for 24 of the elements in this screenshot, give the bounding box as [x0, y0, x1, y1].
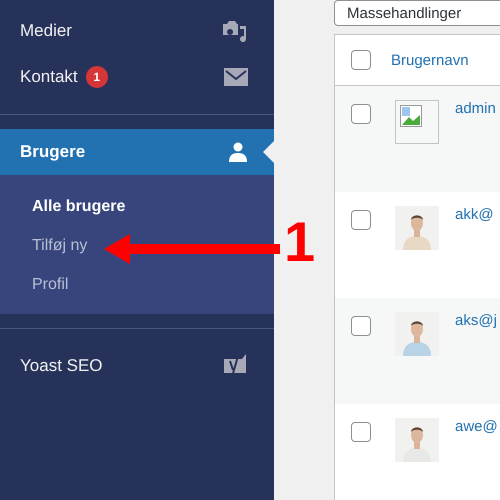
username-link[interactable]: aks@j	[455, 312, 497, 329]
menu-item[interactable]: Medier	[0, 8, 274, 54]
submenu-item[interactable]: Alle brugere	[32, 187, 126, 226]
select-all-checkbox[interactable]	[351, 50, 371, 70]
username-link[interactable]: admin	[455, 100, 496, 117]
media-icon	[222, 20, 248, 42]
annotation-number: 1	[284, 212, 316, 272]
username-link[interactable]: akk@	[455, 206, 494, 223]
user-icon	[228, 142, 248, 162]
broken-image-placeholder	[395, 100, 439, 144]
bulk-actions-dropdown[interactable]: Massehandlinger	[334, 0, 500, 26]
row-checkbox[interactable]	[351, 210, 371, 230]
row-checkbox[interactable]	[351, 422, 371, 442]
column-header[interactable]: Brugernavn	[391, 52, 469, 68]
submenu-item[interactable]: Profil	[32, 265, 68, 304]
notification-badge: 1	[86, 66, 108, 88]
row-checkbox[interactable]	[351, 104, 371, 124]
row-checkbox[interactable]	[351, 316, 371, 336]
username-link[interactable]: awe@	[455, 418, 498, 435]
mail-icon	[224, 68, 248, 86]
menu-item[interactable]: Yoast SEO	[0, 343, 274, 389]
menu-item[interactable]: Kontakt 1	[0, 54, 274, 100]
menu-item[interactable]: Brugere	[0, 129, 274, 175]
submenu-item[interactable]: Tilføj ny	[32, 226, 88, 265]
